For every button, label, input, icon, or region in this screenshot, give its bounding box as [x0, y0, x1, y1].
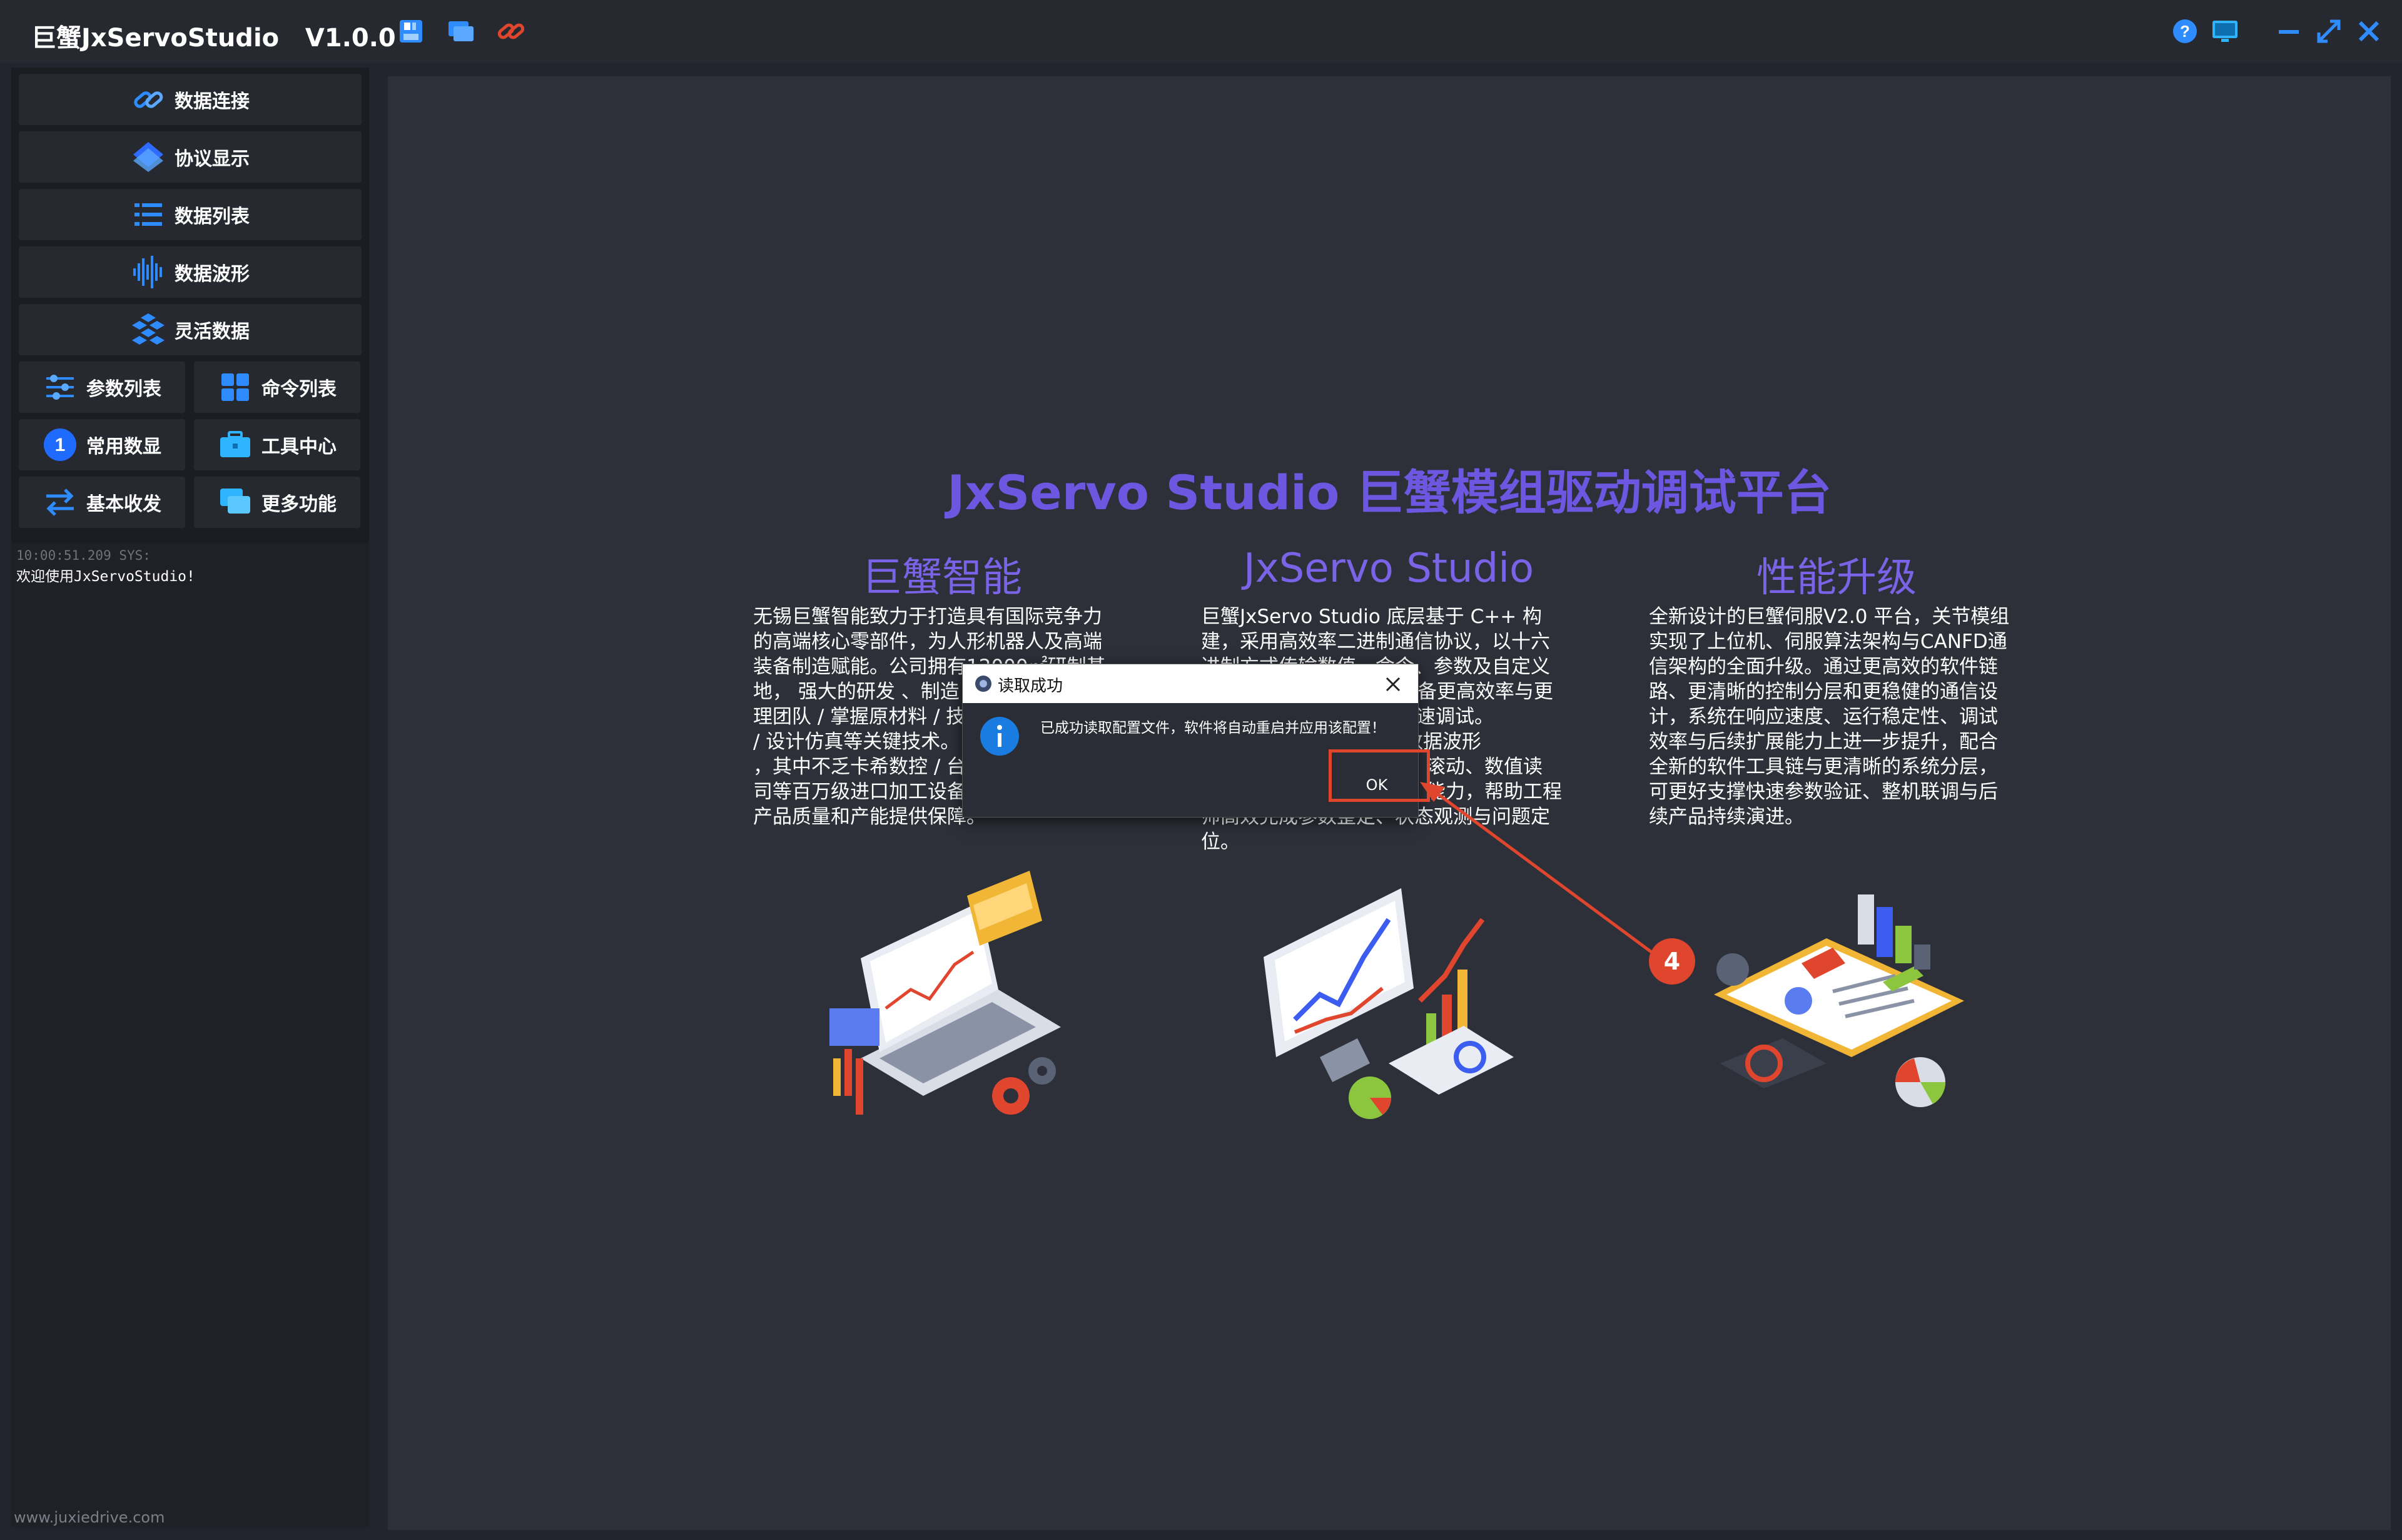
sidebar-item-data-waveform[interactable]: 数据波形	[19, 246, 362, 298]
column-text-upgrade: 全新设计的巨蟹伺服V2.0 平台，关节模组 实现了上位机、伺服算法架构与CANFD…	[1649, 605, 2010, 828]
sidebar-item-label: 数据波形	[175, 263, 250, 285]
sidebar-item-label: 基本收发	[86, 494, 161, 515]
dialog-title: 读取成功	[998, 677, 1063, 696]
sidebar-item-protocol-display[interactable]: 协议显示	[19, 131, 362, 183]
sidebar-item-label: 参数列表	[86, 378, 161, 400]
sidebar-item-label: 数据连接	[175, 91, 250, 113]
monitor-icon[interactable]	[2208, 14, 2242, 48]
sidebar-item-label: 更多功能	[261, 494, 337, 515]
link-icon	[131, 82, 166, 117]
window-icon[interactable]	[444, 14, 478, 48]
sidebar-item-more-functions[interactable]: 更多功能	[194, 477, 360, 528]
dialog-close-icon[interactable]	[1382, 673, 1404, 696]
maximize-icon[interactable]	[2312, 14, 2346, 48]
link-icon[interactable]	[494, 14, 528, 48]
grid-icon	[218, 370, 253, 405]
number-one-icon: 1	[43, 427, 78, 462]
annotation-arrow	[1420, 782, 1653, 954]
app-title: 巨蟹JxServoStudio V1.0.0	[31, 24, 396, 53]
toolbox-icon	[218, 427, 253, 462]
report-dashboard-illustration	[1708, 888, 1970, 1120]
sidebar-item-tool-center[interactable]: 工具中心	[194, 419, 360, 470]
svg-text:1: 1	[55, 435, 66, 455]
app-logo-icon	[974, 674, 993, 693]
log-timestamp: 10:00:51.209 SYS:	[16, 548, 151, 563]
svg-text:?: ?	[2180, 22, 2190, 41]
sidebar-item-label: 命令列表	[261, 378, 337, 400]
sidebar-item-flexible-data[interactable]: 灵活数据	[19, 304, 362, 355]
sidebar-item-label: 常用数显	[86, 436, 161, 458]
sidebar-item-label: 数据列表	[175, 206, 250, 228]
callout-badge: 4	[1649, 938, 1695, 985]
sidebar-item-data-list[interactable]: 数据列表	[19, 189, 362, 240]
sidebar-item-label: 灵活数据	[175, 321, 250, 343]
help-icon[interactable]: ?	[2168, 14, 2202, 48]
laptop-analytics-illustration	[811, 871, 1073, 1133]
close-icon[interactable]	[2352, 14, 2386, 48]
column-title-upgrade: 性能升级	[1756, 555, 1917, 601]
log-message: 欢迎使用JxServoStudio!	[16, 569, 195, 585]
minimize-icon[interactable]	[2272, 14, 2306, 48]
website-label: www.juxiedrive.com	[14, 1509, 165, 1526]
highlight-box	[1329, 749, 1430, 802]
sidebar-item-label: 协议显示	[175, 148, 250, 170]
sidebar-item-common-display[interactable]: 1 常用数显	[19, 419, 185, 470]
page-title: JxServo Studio 巨蟹模组驱动调试平台	[947, 465, 1832, 520]
waveform-icon	[131, 255, 166, 290]
sidebar-item-param-list[interactable]: 参数列表	[19, 362, 185, 413]
info-icon	[979, 716, 1020, 757]
sidebar-item-data-connect[interactable]: 数据连接	[19, 74, 362, 125]
list-icon	[131, 197, 166, 232]
dialog-message: 已成功读取配置文件，软件将自动重启并应用该配置！	[1040, 720, 1386, 736]
swap-icon	[43, 485, 78, 520]
sidebar-item-label: 工具中心	[261, 436, 337, 458]
cubes-icon	[131, 312, 166, 347]
sidebar-item-command-list[interactable]: 命令列表	[194, 362, 360, 413]
sliders-icon	[43, 370, 78, 405]
log-panel	[11, 543, 369, 1528]
chat-icon	[218, 485, 253, 520]
sidebar-item-basic-transceive[interactable]: 基本收发	[19, 477, 185, 528]
layers-icon	[131, 139, 166, 175]
column-title-studio: JxServo Studio	[1243, 545, 1534, 592]
save-icon[interactable]	[394, 14, 428, 48]
column-title-company: 巨蟹智能	[862, 555, 1022, 601]
